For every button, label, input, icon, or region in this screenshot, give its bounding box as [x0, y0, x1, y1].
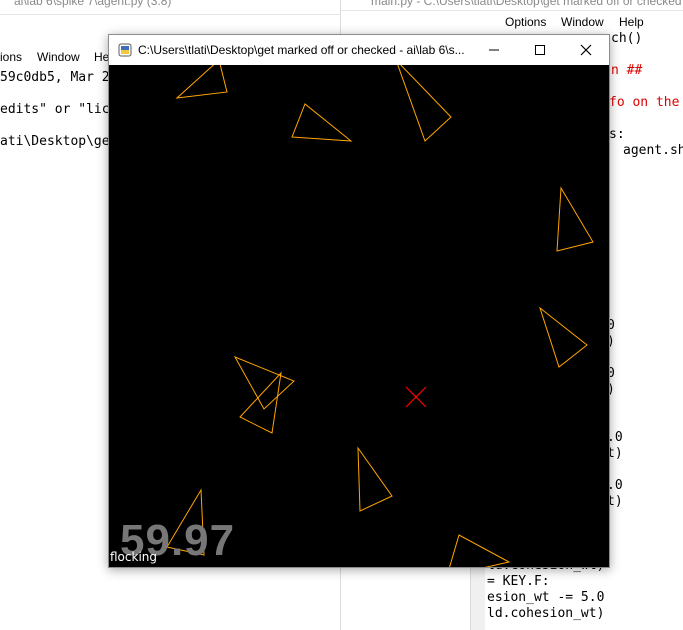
code-line: n ##: [611, 63, 643, 78]
background-editor-titlebar: main.py - C:\Users\tlati\Desktop\get mar…: [341, 0, 683, 11]
shell-output-line: ati\Desktop\ge: [0, 134, 110, 149]
shell-output-line: 59c0db5, Mar 2: [0, 70, 110, 85]
agent-triangle: [556, 186, 594, 252]
agent-triangle: [291, 103, 353, 142]
minimize-icon: [489, 49, 499, 51]
maximize-icon: [535, 45, 545, 55]
menu-options[interactable]: ions: [0, 50, 22, 64]
code-line: esion_wt -= 5.0: [487, 590, 605, 605]
maximize-button[interactable]: [517, 35, 563, 65]
close-icon: [580, 44, 592, 56]
menu-help[interactable]: Help: [619, 15, 644, 29]
code-line: s:: [609, 127, 625, 142]
agent-triangle: [449, 534, 511, 567]
code-line: fo on the: [609, 95, 680, 110]
code-line: agent.sh: [623, 143, 683, 158]
code-line: ld.cohesion_wt): [487, 606, 605, 621]
code-line: = KEY.F:: [487, 574, 550, 589]
close-button[interactable]: [563, 35, 609, 65]
agent-triangle: [175, 65, 228, 99]
shell-output-line: edits" or "lic: [0, 102, 110, 117]
menu-window[interactable]: Window: [37, 50, 80, 64]
window-title: C:\Users\tlati\Desktop\get marked off or…: [138, 43, 465, 57]
simulation-drawing: [166, 65, 594, 567]
agent-triangle: [539, 306, 588, 368]
simulation-window: C:\Users\tlati\Desktop\get marked off or…: [108, 34, 610, 568]
minimize-button[interactable]: [471, 35, 517, 65]
mode-label: flocking: [110, 550, 158, 564]
agent-triangle: [357, 446, 393, 512]
editor-scrollbar[interactable]: [470, 565, 485, 630]
target-marker: [405, 386, 427, 408]
simulation-titlebar[interactable]: C:\Users\tlati\Desktop\get marked off or…: [109, 35, 609, 65]
background-editor-title: main.py - C:\Users\tlati\Desktop\get mar…: [371, 0, 682, 8]
simulation-canvas[interactable]: 59.97 flocking: [109, 65, 609, 567]
agent-triangle: [397, 65, 452, 142]
agent-triangle: [233, 356, 295, 410]
menu-window[interactable]: Window: [561, 15, 604, 29]
background-shell-title: ai\lab 6\spike 7\agent.py (3.8): [14, 0, 172, 8]
code-line: ch(): [611, 31, 643, 46]
background-shell-titlebar: ai\lab 6\spike 7\agent.py (3.8): [0, 0, 340, 15]
python-icon: [118, 43, 132, 57]
menu-options[interactable]: Options: [505, 15, 546, 29]
